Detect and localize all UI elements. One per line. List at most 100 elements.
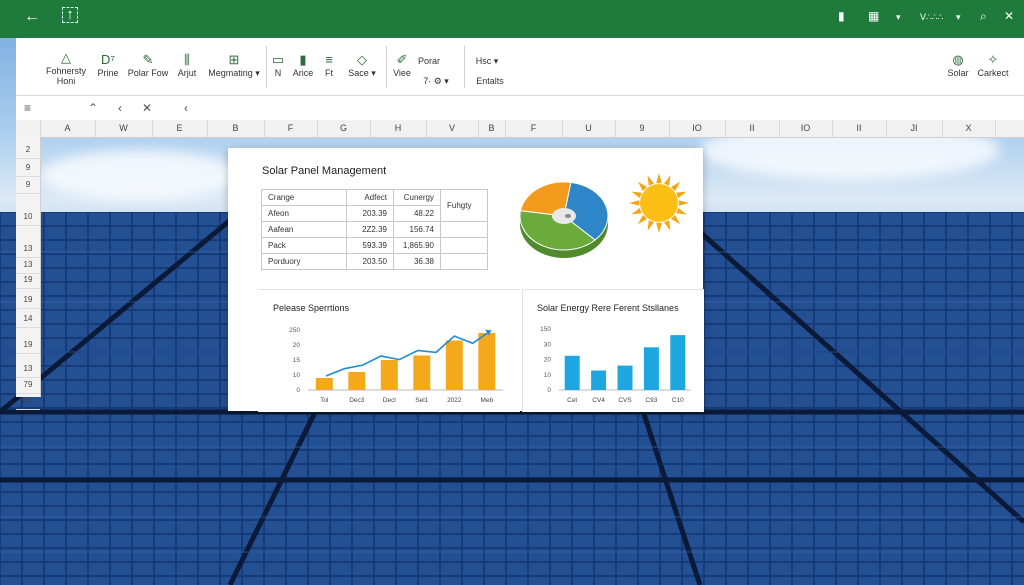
table-cell[interactable]: Porduory — [261, 253, 347, 270]
bar-chart[interactable]: 150 30 20 10 0 Cet CV4 CVS C93 C10 — [523, 290, 704, 412]
table-cell[interactable]: 36.38 — [393, 253, 441, 270]
select-all-corner[interactable] — [16, 120, 41, 137]
table-cell[interactable]: 593.39 — [346, 237, 394, 254]
ribbon-item-n[interactable]: ▭ N — [270, 52, 286, 78]
data-table: Crange Adfect Cunergy Fuhgty Afeon 203.3… — [261, 189, 488, 270]
ribbon-item-polar-fow[interactable]: ✎ Polar Fow — [126, 52, 170, 78]
x-tick-label: 2022 — [447, 397, 462, 404]
ribbon-item-sace[interactable]: ◇ Sace ▾ — [342, 52, 382, 79]
ribbon-item-seven[interactable]: 7· ⚙ ▾ — [416, 76, 456, 87]
table-row[interactable]: Aafean 2Z2.39 156.74 — [261, 221, 488, 238]
table-cell[interactable] — [440, 253, 488, 270]
ribbon-item-prine[interactable]: D⁷ Prine — [92, 52, 124, 78]
minimize-icon[interactable]: ▾ — [956, 12, 961, 23]
ribbon-item-arjut[interactable]: ⫼ Arjut — [172, 52, 202, 78]
chevron-left-icon[interactable]: ‹ — [118, 101, 122, 115]
y-tick-label: 250 — [289, 327, 300, 334]
row-header[interactable]: 13 — [16, 241, 40, 258]
row-header[interactable]: 13 — [16, 361, 40, 378]
ribbon-label: Carkect — [977, 68, 1009, 78]
row-header[interactable]: 2 — [16, 142, 40, 159]
page-icon: ▮ — [299, 52, 307, 67]
bar — [643, 347, 659, 390]
row-header[interactable]: 97 — [16, 393, 40, 410]
table-row[interactable]: Porduory 203.50 36.38 — [261, 253, 488, 270]
close-icon[interactable]: ✕ — [1004, 9, 1014, 23]
cancel-icon[interactable]: ✕ — [142, 101, 152, 115]
column-header[interactable]: IO — [669, 120, 726, 137]
column-header[interactable]: B — [207, 120, 265, 137]
formula-bar: ≡ ⌃ ‹ ✕ ‹ — [16, 96, 1024, 121]
column-header[interactable]: II — [832, 120, 887, 137]
ribbon-item-viee[interactable]: ✐ Viee — [390, 52, 414, 78]
column-header[interactable]: H — [370, 120, 427, 137]
y-tick-label: 10 — [544, 372, 552, 379]
chevron-up-icon[interactable]: ⌃ — [88, 101, 98, 115]
column-header[interactable]: II — [725, 120, 780, 137]
ribbon-item-solar[interactable]: ◍ Solar — [942, 52, 974, 78]
column-header[interactable]: E — [152, 120, 208, 137]
y-tick-label: 0 — [547, 387, 551, 394]
row-headers: 2 9 9 10 13 13 19 19 14 19 13 79 97 — [16, 137, 41, 410]
row-header[interactable]: 19 — [16, 337, 40, 354]
column-header[interactable]: U — [562, 120, 616, 137]
ribbon-item-entalts[interactable]: Entalts — [468, 76, 512, 86]
sun-ray — [676, 191, 687, 198]
grid-icon[interactable]: ▦ — [868, 9, 879, 23]
row-header[interactable]: 79 — [16, 377, 40, 394]
table-cell[interactable]: 2Z2.39 — [346, 221, 394, 238]
excel-file-icon[interactable]: ↑ — [62, 7, 78, 23]
ribbon-item-carkect[interactable]: ✧ Carkect — [974, 52, 1012, 78]
table-icon: ⊞ — [228, 52, 240, 67]
back-arrow-icon[interactable]: ← — [24, 8, 40, 26]
table-cell[interactable]: 203.39 — [346, 205, 394, 222]
ribbon-item-arice[interactable]: ▮ Arice — [288, 52, 318, 78]
row-header[interactable]: 19 — [16, 292, 40, 309]
table-row[interactable]: Pack 593.39 1,865.90 — [261, 237, 488, 254]
y-tick-label: 10 — [293, 372, 301, 379]
table-cell[interactable] — [440, 221, 488, 238]
column-header[interactable]: F — [505, 120, 563, 137]
column-header[interactable]: G — [317, 120, 371, 137]
column-header[interactable]: V — [426, 120, 479, 137]
table-cell[interactable]: 203.50 — [346, 253, 394, 270]
table-cell[interactable]: 156.74 — [393, 221, 441, 238]
ribbon-item-ft[interactable]: ≡ Ft — [320, 52, 338, 78]
row-header[interactable]: 19 — [16, 272, 40, 289]
column-header[interactable]: W — [95, 120, 153, 137]
x-tick-label: Cet — [567, 397, 577, 404]
column-header[interactable]: IO — [779, 120, 833, 137]
table-header: Cunergy — [393, 189, 441, 206]
pie-chart-icon[interactable] — [518, 180, 610, 262]
ribbon-item-hsc[interactable]: Hsc ▾ — [470, 56, 504, 67]
column-header[interactable]: JI — [886, 120, 943, 137]
menu-icon[interactable]: ≡ — [24, 101, 31, 115]
table-cell[interactable]: Pack — [261, 237, 347, 254]
table-cell[interactable] — [440, 237, 488, 254]
table-cell[interactable]: 48.22 — [393, 205, 441, 222]
column-header[interactable]: 9 — [615, 120, 670, 137]
row-header[interactable]: 10 — [16, 209, 40, 226]
search-icon[interactable]: ⌕ — [980, 9, 987, 24]
document-icon[interactable]: ▮ — [838, 9, 845, 23]
chevron-down-icon[interactable]: ▾ — [896, 12, 901, 23]
row-header[interactable]: 9 — [16, 177, 40, 194]
enter-icon[interactable]: ‹ — [184, 101, 188, 115]
account-label[interactable]: V∴∴∴ — [920, 12, 943, 23]
column-header[interactable]: A — [40, 120, 96, 137]
column-header[interactable]: X — [942, 120, 996, 137]
row-header[interactable]: 9 — [16, 160, 40, 177]
table-cell[interactable]: Aafean — [261, 221, 347, 238]
close-icon[interactable]: · — [693, 152, 695, 159]
row-header[interactable]: 14 — [16, 311, 40, 328]
column-header[interactable]: B — [478, 120, 506, 137]
column-header[interactable]: F — [264, 120, 318, 137]
table-cell[interactable]: Afeon — [261, 205, 347, 222]
separator — [464, 46, 465, 88]
ribbon-item-home[interactable]: △ Fohnersty Honi — [40, 50, 92, 86]
ribbon-item-porar[interactable]: Porar — [414, 56, 444, 66]
table-cell[interactable]: 1,865.90 — [393, 237, 441, 254]
bar-chart[interactable]: 250 20 15 10 0 Tol Dec3 Decl Sel1 2022 Meb — [258, 290, 520, 412]
format-icon: D⁷ — [100, 52, 116, 67]
ribbon-item-megmating[interactable]: ⊞ Megmating ▾ — [206, 52, 262, 79]
